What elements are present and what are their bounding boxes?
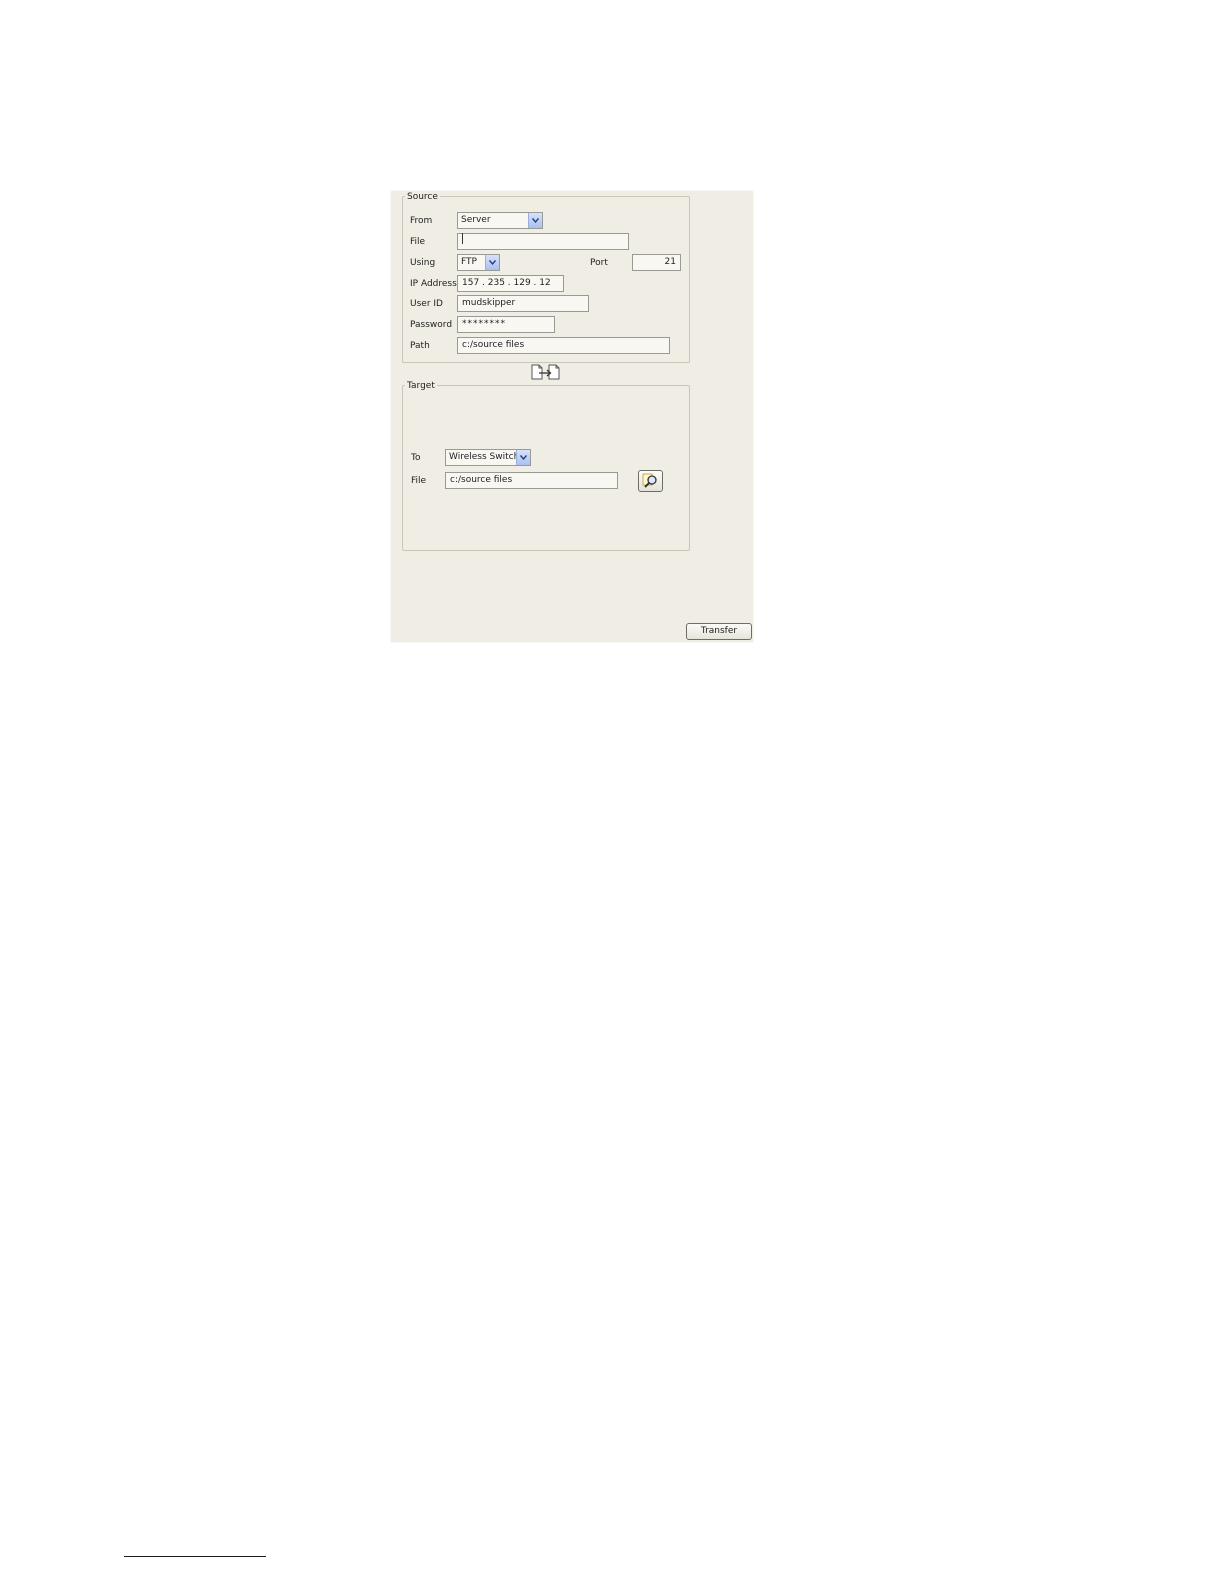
user-id-input[interactable]: mudskipper	[457, 295, 589, 312]
from-select[interactable]: Server	[457, 212, 543, 229]
magnifier-icon	[642, 473, 657, 488]
ip-address-input[interactable]: 157 . 235 . 129 . 12	[457, 275, 564, 292]
chevron-down-icon[interactable]	[516, 450, 530, 465]
path-label: Path	[410, 341, 430, 351]
user-id-label: User ID	[410, 299, 443, 309]
path-input[interactable]: c:/source files	[457, 337, 670, 354]
transfer-button[interactable]: Transfer	[686, 623, 752, 640]
source-file-label: File	[410, 237, 426, 247]
text-cursor	[462, 233, 463, 244]
chevron-down-icon[interactable]	[485, 255, 499, 270]
from-label: From	[410, 216, 433, 226]
ip-address-label: IP Address	[410, 279, 457, 289]
file-transfer-icon	[531, 364, 560, 380]
to-select-value: Wireless Switch	[449, 452, 520, 462]
target-file-label: File	[411, 476, 427, 486]
to-select[interactable]: Wireless Switch	[445, 449, 531, 466]
browse-button[interactable]	[638, 470, 663, 492]
to-label: To	[411, 453, 421, 463]
target-group	[402, 385, 690, 551]
chevron-down-icon[interactable]	[528, 213, 542, 228]
password-label: Password	[410, 320, 453, 330]
port-input[interactable]: 21	[632, 254, 681, 271]
using-select-value: FTP	[461, 257, 477, 267]
footnote-separator	[124, 1556, 266, 1557]
target-legend: Target	[405, 381, 437, 391]
using-label: Using	[410, 258, 436, 268]
password-input[interactable]: ********	[457, 316, 555, 333]
port-label: Port	[590, 258, 608, 268]
source-legend: Source	[405, 192, 440, 202]
target-file-input[interactable]: c:/source files	[445, 472, 618, 489]
from-select-value: Server	[461, 215, 491, 225]
using-select[interactable]: FTP	[457, 254, 500, 271]
source-file-input[interactable]	[457, 233, 629, 250]
